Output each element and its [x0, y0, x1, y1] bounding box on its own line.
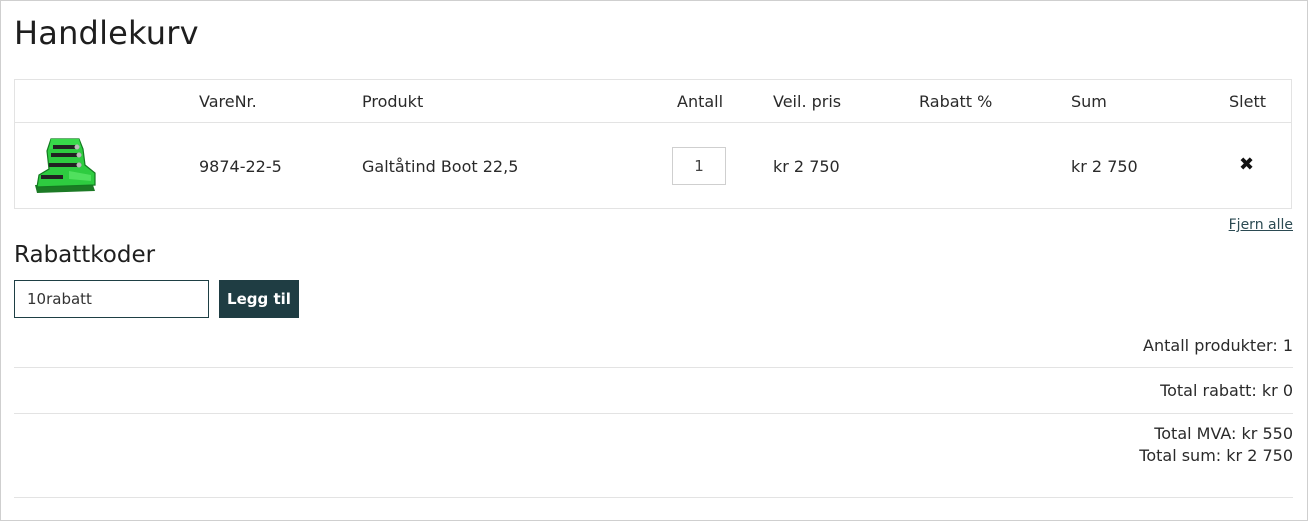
- divider: [14, 497, 1293, 498]
- header-list-price: Veil. pris: [773, 92, 842, 111]
- item-sku: 9874-22-5: [199, 157, 282, 176]
- add-discount-button[interactable]: Legg til: [219, 280, 299, 318]
- total-vat: Total MVA: kr 550: [1154, 424, 1293, 443]
- quantity-input[interactable]: [672, 147, 726, 185]
- product-count: Antall produkter: 1: [1143, 336, 1293, 355]
- header-delete: Slett: [1229, 92, 1266, 111]
- header-product: Produkt: [362, 92, 424, 111]
- header-discount: Rabatt %: [919, 92, 993, 111]
- cart-table: VareNr. Produkt Antall Veil. pris Rabatt…: [14, 79, 1292, 209]
- header-sku: VareNr.: [199, 92, 257, 111]
- page-title: Handlekurv: [14, 14, 199, 52]
- ski-boot-icon: [35, 138, 96, 193]
- total-sum: Total sum: kr 2 750: [1139, 446, 1293, 465]
- header-sum: Sum: [1071, 92, 1107, 111]
- ski-boot-image[interactable]: [29, 135, 101, 199]
- discount-code-input[interactable]: [14, 280, 209, 318]
- close-icon[interactable]: ✖: [1239, 155, 1255, 175]
- cart-header-row: VareNr. Produkt Antall Veil. pris Rabatt…: [15, 80, 1291, 123]
- remove-all-link[interactable]: Fjern alle: [1229, 217, 1293, 233]
- discount-codes-title: Rabattkoder: [14, 242, 156, 268]
- table-row: 9874-22-5 Galtåtind Boot 22,5 kr 2 750 k…: [15, 123, 1291, 209]
- total-discount: Total rabatt: kr 0: [1160, 381, 1293, 400]
- item-product-name[interactable]: Galtåtind Boot 22,5: [362, 157, 518, 176]
- item-list-price: kr 2 750: [773, 157, 840, 176]
- header-quantity: Antall: [677, 92, 724, 111]
- item-sum: kr 2 750: [1071, 157, 1138, 176]
- divider: [14, 413, 1293, 414]
- divider: [14, 367, 1293, 368]
